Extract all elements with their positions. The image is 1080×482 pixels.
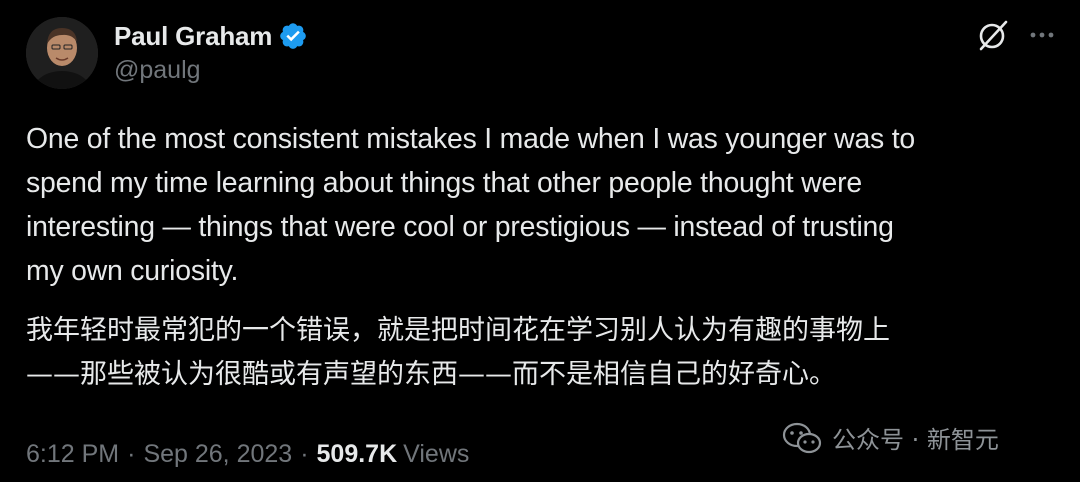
- wechat-icon: [782, 421, 822, 455]
- author-display-name[interactable]: Paul Graham: [114, 21, 272, 52]
- more-horizontal-icon[interactable]: [1024, 18, 1060, 52]
- author-name-row: Paul Graham: [114, 18, 308, 54]
- tweet-text-chinese: 我年轻时最常犯的一个错误，就是把时间花在学习别人认为有趣的事物上 ——那些被认为…: [26, 315, 890, 390]
- avatar[interactable]: [26, 17, 98, 89]
- watermark-text: 公众号 · 新智元: [832, 426, 999, 454]
- watermark: 公众号 · 新智元: [782, 420, 999, 455]
- meta-separator: ·: [300, 440, 309, 468]
- tweet-card: Paul Graham @paulg One of the most consi…: [0, 0, 1080, 482]
- tweet-text-english: One of the most consistent mistakes I ma…: [26, 123, 916, 287]
- grok-icon[interactable]: [976, 18, 1010, 52]
- tweet-meta: 6:12 PM · Sep 26, 2023 · 509.7K Views: [26, 440, 469, 469]
- avatar-image: [26, 17, 98, 89]
- tweet-date[interactable]: Sep 26, 2023: [143, 440, 292, 469]
- views-label: Views: [403, 440, 470, 468]
- verified-badge-icon: [278, 21, 308, 51]
- views-count[interactable]: 509.7K: [317, 440, 398, 469]
- author-handle[interactable]: @paulg: [114, 56, 201, 85]
- tweet-time[interactable]: 6:12 PM: [26, 440, 119, 469]
- meta-separator: ·: [127, 440, 136, 468]
